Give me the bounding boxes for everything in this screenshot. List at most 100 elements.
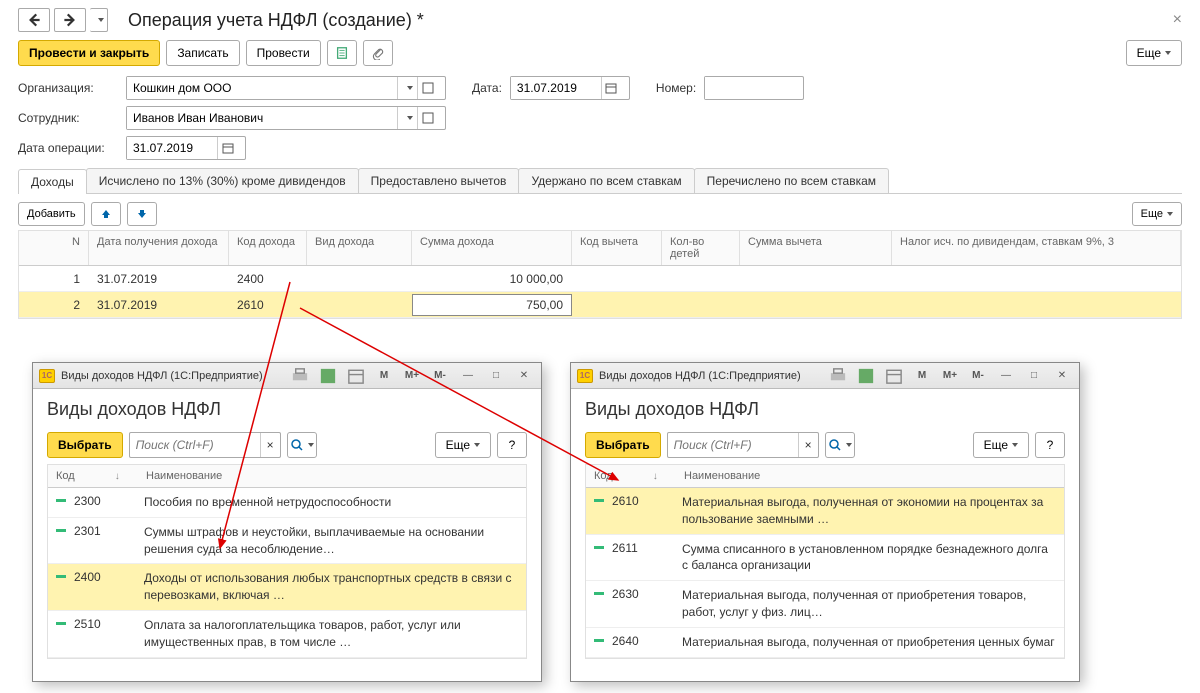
list-head-name[interactable]: Наименование bbox=[146, 470, 518, 482]
grid-more-button[interactable]: Еще bbox=[1132, 202, 1182, 226]
list-item[interactable]: ▬2300Пособия по временной нетрудоспособн… bbox=[48, 488, 526, 518]
item-code: 2510 bbox=[74, 617, 144, 631]
move-up-button[interactable] bbox=[91, 202, 121, 226]
list-item[interactable]: ▬2630Материальная выгода, полученная от … bbox=[586, 581, 1064, 628]
gh-ded-amt[interactable]: Сумма вычета bbox=[740, 231, 892, 265]
minimize-button[interactable]: — bbox=[457, 366, 479, 386]
m-minus-button[interactable]: M- bbox=[429, 366, 451, 386]
print-icon[interactable] bbox=[827, 366, 849, 386]
dialog-win-title: Виды доходов НДФЛ (1С:Предприятие) bbox=[61, 370, 263, 382]
number-label: Номер: bbox=[656, 81, 696, 95]
m-plus-button[interactable]: M+ bbox=[939, 366, 961, 386]
tab-3[interactable]: Удержано по всем ставкам bbox=[518, 168, 694, 193]
back-button[interactable] bbox=[18, 8, 50, 32]
m-plus-button[interactable]: M+ bbox=[401, 366, 423, 386]
list-item[interactable]: ▬2400Доходы от использования любых транс… bbox=[48, 564, 526, 611]
item-icon: ▬ bbox=[56, 524, 74, 535]
list-head-name[interactable]: Наименование bbox=[684, 470, 1056, 482]
select-button[interactable]: Выбрать bbox=[47, 432, 123, 458]
dialog-more-button[interactable]: Еще bbox=[435, 432, 491, 458]
minimize-button[interactable]: — bbox=[995, 366, 1017, 386]
attach-button[interactable] bbox=[363, 40, 393, 66]
clear-search-button[interactable]: × bbox=[798, 433, 818, 457]
print-icon[interactable] bbox=[289, 366, 311, 386]
save-icon[interactable] bbox=[855, 366, 877, 386]
employee-input[interactable] bbox=[127, 107, 397, 129]
date-label: Дата: bbox=[472, 81, 502, 95]
search-input[interactable] bbox=[668, 438, 798, 452]
number-input[interactable] bbox=[705, 77, 801, 99]
date-input[interactable] bbox=[511, 77, 601, 99]
employee-open[interactable] bbox=[417, 107, 437, 129]
income-grid: N Дата получения дохода Код дохода Вид д… bbox=[18, 230, 1182, 319]
grid-row[interactable]: 1 31.07.2019 2400 10 000,00 bbox=[19, 266, 1181, 292]
item-icon: ▬ bbox=[594, 634, 612, 645]
calendar-icon[interactable] bbox=[345, 366, 367, 386]
item-icon: ▬ bbox=[56, 494, 74, 505]
list-item[interactable]: ▬2301Суммы штрафов и неустойки, выплачив… bbox=[48, 518, 526, 565]
tab-1[interactable]: Исчислено по 13% (30%) кроме дивидендов bbox=[86, 168, 359, 193]
tab-0[interactable]: Доходы bbox=[18, 169, 87, 194]
item-name: Доходы от использования любых транспортн… bbox=[144, 570, 518, 604]
employee-dropdown[interactable] bbox=[397, 107, 417, 129]
list-item[interactable]: ▬2510Оплата за налогоплательщика товаров… bbox=[48, 611, 526, 658]
close-button[interactable]: ✕ bbox=[1051, 366, 1073, 386]
item-icon: ▬ bbox=[594, 587, 612, 598]
gh-date[interactable]: Дата получения дохода bbox=[89, 231, 229, 265]
gh-tax[interactable]: Налог исч. по дивидендам, ставкам 9%, 3 bbox=[892, 231, 1181, 265]
find-button[interactable] bbox=[287, 432, 317, 458]
select-button[interactable]: Выбрать bbox=[585, 432, 661, 458]
gh-amount[interactable]: Сумма дохода bbox=[412, 231, 572, 265]
more-button[interactable]: Еще bbox=[1126, 40, 1182, 66]
opdate-picker[interactable] bbox=[217, 137, 237, 159]
forward-button[interactable] bbox=[54, 8, 86, 32]
find-button[interactable] bbox=[825, 432, 855, 458]
save-button[interactable]: Записать bbox=[166, 40, 239, 66]
calendar-icon[interactable] bbox=[883, 366, 905, 386]
help-button[interactable]: ? bbox=[1035, 432, 1065, 458]
gh-ded-code[interactable]: Код вычета bbox=[572, 231, 662, 265]
date-picker[interactable] bbox=[601, 77, 621, 99]
tab-2[interactable]: Предоставлено вычетов bbox=[358, 168, 520, 193]
gh-n[interactable]: N bbox=[19, 231, 89, 265]
list-item[interactable]: ▬2610Материальная выгода, полученная от … bbox=[586, 488, 1064, 535]
move-down-button[interactable] bbox=[127, 202, 157, 226]
post-button[interactable]: Провести bbox=[246, 40, 321, 66]
clear-search-button[interactable]: × bbox=[260, 433, 280, 457]
opdate-input[interactable] bbox=[127, 137, 217, 159]
list-item[interactable]: ▬2611Сумма списанного в установленном по… bbox=[586, 535, 1064, 582]
tabs: ДоходыИсчислено по 13% (30%) кроме дивид… bbox=[18, 168, 1182, 194]
item-name: Материальная выгода, полученная от приоб… bbox=[682, 587, 1056, 621]
grid-row[interactable]: 2 31.07.2019 2610 750,00 bbox=[19, 292, 1181, 318]
add-row-button[interactable]: Добавить bbox=[18, 202, 85, 226]
gh-code[interactable]: Код дохода bbox=[229, 231, 307, 265]
help-button[interactable]: ? bbox=[497, 432, 527, 458]
tab-4[interactable]: Перечислено по всем ставкам bbox=[694, 168, 889, 193]
nav-dropdown[interactable] bbox=[90, 8, 108, 32]
org-dropdown[interactable] bbox=[397, 77, 417, 99]
gh-kids[interactable]: Кол-во детей bbox=[662, 231, 740, 265]
search-input[interactable] bbox=[130, 438, 260, 452]
org-open[interactable] bbox=[417, 77, 437, 99]
income-types-list-left: Код↓ Наименование ▬2300Пособия по времен… bbox=[47, 464, 527, 659]
item-code: 2640 bbox=[612, 634, 682, 648]
save-icon[interactable] bbox=[317, 366, 339, 386]
item-icon: ▬ bbox=[594, 541, 612, 552]
org-input[interactable] bbox=[127, 77, 397, 99]
maximize-button[interactable]: □ bbox=[1023, 366, 1045, 386]
item-name: Пособия по временной нетрудоспособности bbox=[144, 494, 518, 511]
gh-type[interactable]: Вид дохода bbox=[307, 231, 412, 265]
m-button[interactable]: M bbox=[373, 366, 395, 386]
close-button[interactable]: ✕ bbox=[513, 366, 535, 386]
close-icon[interactable]: × bbox=[1173, 11, 1182, 29]
dialog-more-button[interactable]: Еще bbox=[973, 432, 1029, 458]
m-minus-button[interactable]: M- bbox=[967, 366, 989, 386]
list-item[interactable]: ▬2640Материальная выгода, полученная от … bbox=[586, 628, 1064, 658]
post-close-button[interactable]: Провести и закрыть bbox=[18, 40, 160, 66]
report-button[interactable] bbox=[327, 40, 357, 66]
app-logo-icon: 1C bbox=[577, 369, 593, 383]
m-button[interactable]: M bbox=[911, 366, 933, 386]
maximize-button[interactable]: □ bbox=[485, 366, 507, 386]
amount-input-cell[interactable]: 750,00 bbox=[412, 294, 572, 316]
item-code: 2300 bbox=[74, 494, 144, 508]
